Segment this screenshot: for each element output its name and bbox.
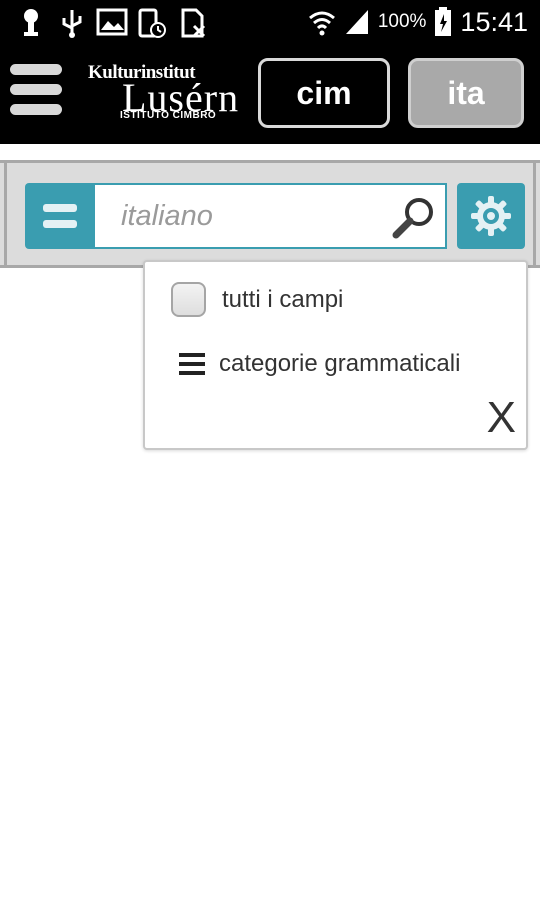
notification-icon: [24, 9, 38, 36]
close-popup-button[interactable]: X: [487, 396, 516, 440]
list-menu-button[interactable]: [25, 183, 95, 249]
battery-icon: [435, 7, 452, 36]
all-fields-checkbox[interactable]: [171, 282, 206, 317]
signal-icon: [345, 10, 368, 34]
all-fields-option[interactable]: tutti i campi: [171, 282, 343, 317]
lang-button-ita[interactable]: ita: [408, 58, 524, 128]
menu-icon[interactable]: [10, 64, 62, 116]
logo-line3: ISTITUTO CIMBRO: [120, 110, 217, 121]
settings-button[interactable]: [457, 183, 525, 249]
search-field: [95, 183, 447, 249]
search-input[interactable]: [95, 185, 385, 247]
lang-button-cim[interactable]: cim: [258, 58, 390, 128]
search-icon[interactable]: [391, 195, 437, 241]
list-icon: [179, 353, 205, 375]
image-icon: [96, 8, 128, 36]
phone-clock-icon: [138, 8, 166, 38]
grammar-categories-option[interactable]: categorie grammaticali: [171, 350, 460, 378]
status-bar: 100% 15:41: [0, 0, 540, 44]
all-fields-label: tutti i campi: [222, 285, 344, 313]
search-bar-area: [0, 160, 540, 268]
grammar-categories-label: categorie grammaticali: [219, 350, 461, 377]
gear-icon: [471, 196, 511, 236]
clock: 15:41: [460, 6, 528, 37]
battery-percent: 100%: [377, 11, 427, 32]
usb-icon: [62, 10, 82, 38]
logo: Kulturinstitut Lusérn ISTITUTO CIMBRO: [86, 62, 254, 126]
options-popup: tutti i campi categorie grammaticali X: [143, 260, 528, 450]
app-bar: Kulturinstitut Lusérn ISTITUTO CIMBRO ci…: [0, 44, 540, 144]
wifi-icon: [308, 11, 335, 36]
document-icon: [181, 8, 206, 38]
